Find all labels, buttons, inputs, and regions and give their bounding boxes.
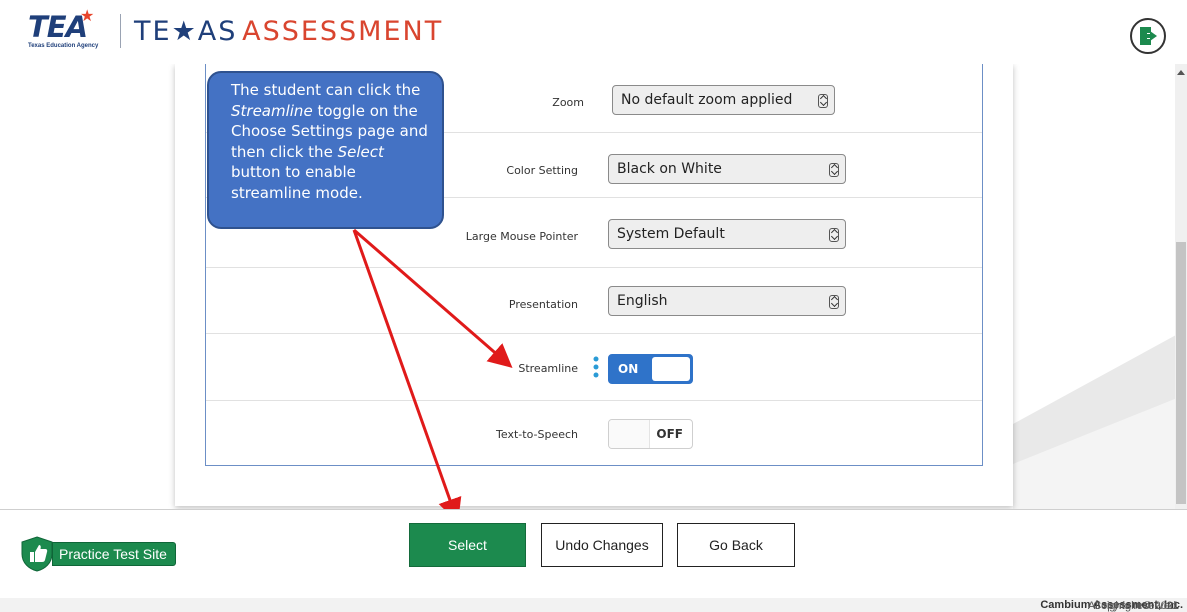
toggle-knob <box>609 420 650 448</box>
streamline-toggle-state: ON <box>618 362 639 376</box>
copyright-suffix: All rights reserved. <box>1087 600 1179 612</box>
exit-door-icon <box>1140 27 1157 45</box>
select-arrows-icon <box>829 228 839 242</box>
color-setting-value: Black on White <box>617 161 722 177</box>
setting-row-streamline: Streamline ON <box>206 334 982 401</box>
toggle-knob <box>652 357 690 381</box>
go-back-button[interactable]: Go Back <box>677 523 795 567</box>
zoom-value: No default zoom applied <box>621 92 793 108</box>
color-setting-label: Color Setting <box>506 164 578 177</box>
presentation-value: English <box>617 293 668 309</box>
app-header: TEA ★ Texas Education Agency TE★AS ASSES… <box>0 0 1187 64</box>
callout-emphasis-select: Select <box>337 142 384 161</box>
color-setting-select[interactable]: Black on White <box>608 154 846 184</box>
tts-toggle[interactable]: OFF <box>608 419 693 449</box>
info-icon[interactable] <box>591 356 601 378</box>
scrollbar-thumb[interactable] <box>1176 242 1186 504</box>
select-button[interactable]: Select <box>409 523 526 567</box>
callout-emphasis-streamline: Streamline <box>231 101 313 120</box>
exit-button[interactable] <box>1130 18 1166 54</box>
select-arrows-icon <box>829 295 839 309</box>
mouse-pointer-label: Large Mouse Pointer <box>465 230 578 243</box>
callout-text-3: button to enable streamline mode. <box>231 163 363 202</box>
presentation-select[interactable]: English <box>608 286 846 316</box>
mouse-pointer-value: System Default <box>617 226 725 242</box>
brand-text-part3: ASSESSMENT <box>242 16 444 47</box>
tts-toggle-state: OFF <box>656 427 683 441</box>
copyright-bar: Copyright © 2021 Cambium Assessment, Inc… <box>0 598 1187 612</box>
callout-text-1: The student can click the <box>231 81 421 99</box>
setting-row-tts: Text-to-Speech OFF <box>206 401 982 465</box>
streamline-label: Streamline <box>518 362 578 375</box>
brand-star-icon: ★ <box>171 16 198 47</box>
tea-logo-star-icon: ★ <box>80 8 95 25</box>
instruction-callout: The student can click the Streamline tog… <box>207 71 444 229</box>
streamline-toggle[interactable]: ON <box>608 354 693 384</box>
texas-assessment-logo: TE★AS ASSESSMENT <box>134 16 443 47</box>
tea-logo: TEA ★ Texas Education Agency <box>28 8 112 56</box>
practice-test-site-label: Practice Test Site <box>52 542 176 566</box>
select-arrows-icon <box>829 163 839 177</box>
copyright-text: Copyright © 2021 Cambium Assessment, Inc… <box>1040 599 1183 612</box>
tea-logo-text: TEA <box>28 10 88 44</box>
mouse-pointer-select[interactable]: System Default <box>608 219 846 249</box>
zoom-select[interactable]: No default zoom applied <box>612 85 835 115</box>
brand-text-part1: TE <box>134 16 172 47</box>
thumbs-up-shield-icon <box>21 536 53 572</box>
scroll-up-arrow-icon[interactable] <box>1177 70 1185 75</box>
zoom-label: Zoom <box>552 96 584 109</box>
header-divider <box>120 14 121 48</box>
tea-logo-subtext: Texas Education Agency <box>28 43 99 49</box>
presentation-label: Presentation <box>508 298 578 311</box>
select-arrows-icon <box>818 94 828 108</box>
setting-row-presentation: Presentation English <box>206 268 982 334</box>
brand-text-part2: AS <box>197 16 238 47</box>
tts-label: Text-to-Speech <box>496 428 578 441</box>
settings-scroll-area: Zoom No default zoom applied Color Setti… <box>0 64 1187 509</box>
undo-changes-button[interactable]: Undo Changes <box>541 523 663 567</box>
vertical-scrollbar[interactable] <box>1175 64 1187 509</box>
footer-bar: Practice Test Site Select Undo Changes G… <box>0 509 1187 612</box>
